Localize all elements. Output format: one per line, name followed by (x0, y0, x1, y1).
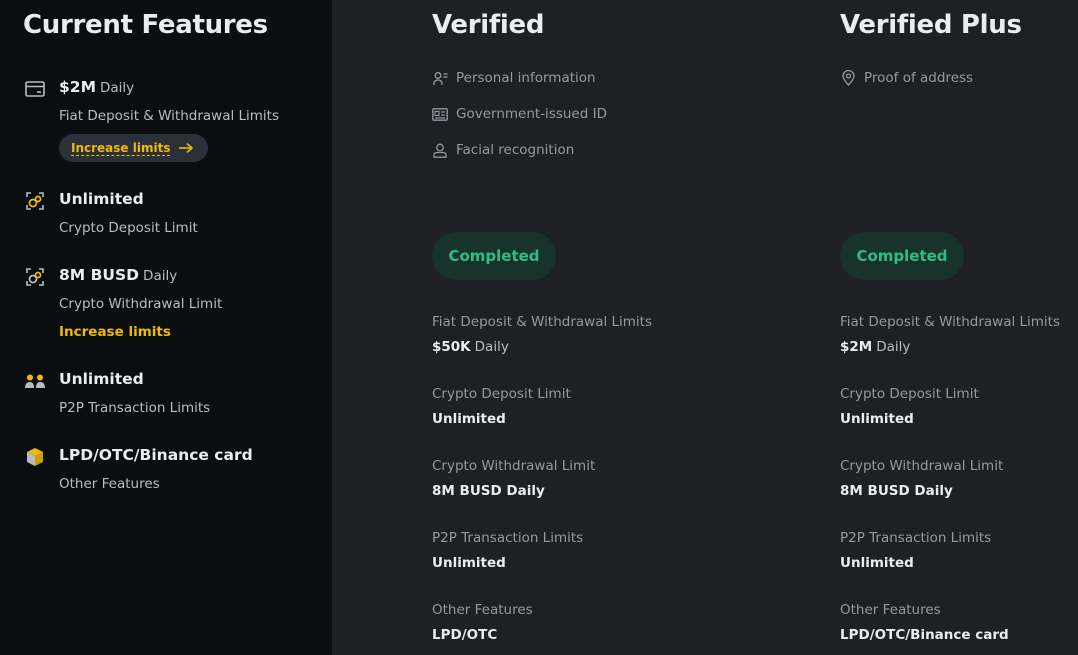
verified-plus-title: Verified Plus (840, 10, 1022, 40)
card-icon (24, 78, 46, 100)
limit-row: Other Features LPD/OTC (432, 602, 533, 643)
cube-icon (24, 446, 46, 468)
feature-label: P2P Transaction Limits (59, 400, 211, 416)
limit-row: Crypto Deposit Limit Unlimited (432, 386, 571, 427)
limit-row: Fiat Deposit & Withdrawal Limits $2M Dail… (840, 314, 1061, 355)
feature-value: $2M Daily (59, 78, 135, 96)
verified-status-badge: Completed (432, 232, 556, 280)
feature-label: Crypto Deposit Limit (59, 220, 198, 236)
feature-value: 8M BUSD Daily (59, 266, 178, 284)
p2p-users-icon (24, 370, 46, 392)
limit-row: P2P Transaction Limits Unlimited (840, 530, 992, 571)
verification-page: Current Features $2M Daily Fiat Deposit &… (0, 0, 1078, 655)
requirement-item: Government-issued ID (432, 106, 607, 122)
limit-row: Fiat Deposit & Withdrawal Limits $50K Dai… (432, 314, 653, 355)
increase-limits-link[interactable]: Increase limits (59, 324, 171, 340)
feature-value: LPD/OTC/Binance card (59, 446, 253, 464)
feature-label: Other Features (59, 476, 160, 492)
face-user-icon (432, 142, 448, 158)
limit-row: P2P Transaction Limits Unlimited (432, 530, 584, 571)
crypto-withdrawal-icon (24, 266, 46, 288)
id-card-icon (432, 106, 448, 122)
limit-row: Other Features LPD/OTC/Binance card (840, 602, 1009, 643)
requirement-item: Facial recognition (432, 142, 574, 158)
feature-label: Fiat Deposit & Withdrawal Limits (59, 108, 280, 124)
personal-info-icon (432, 70, 448, 86)
limit-row: Crypto Withdrawal Limit 8M BUSD Daily (840, 458, 1004, 499)
feature-label: Crypto Withdrawal Limit (59, 296, 223, 312)
crypto-deposit-icon (24, 190, 46, 212)
current-features-title: Current Features (23, 10, 268, 40)
increase-limits-button[interactable]: Increase limits (59, 134, 209, 162)
limit-row: Crypto Withdrawal Limit 8M BUSD Daily (432, 458, 596, 499)
requirement-item: Personal information (432, 70, 596, 86)
verified-plus-status-badge: Completed (840, 232, 964, 280)
feature-value: Unlimited (59, 370, 144, 388)
limit-row: Crypto Deposit Limit Unlimited (840, 386, 979, 427)
current-features-panel: Current Features $2M Daily Fiat Deposit &… (0, 0, 332, 655)
requirement-item: Proof of address (840, 70, 973, 86)
verified-title: Verified (432, 10, 545, 40)
arrow-right-icon (178, 139, 194, 158)
feature-value: Unlimited (59, 190, 144, 208)
location-pin-icon (840, 70, 856, 86)
